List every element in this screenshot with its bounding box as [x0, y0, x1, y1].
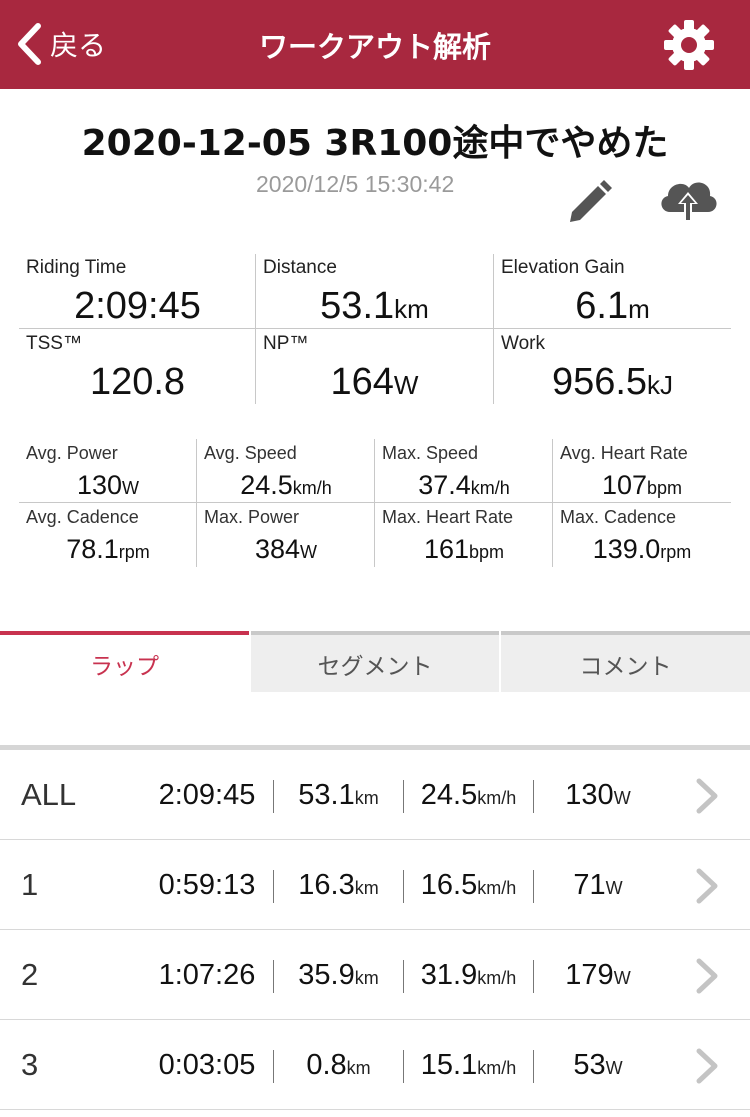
detail-value: 130W	[76, 470, 140, 500]
grid-divider	[19, 328, 731, 329]
detail-grid: Avg. Power 130W Avg. Speed 24.5km/h Max.…	[19, 439, 731, 567]
lap-time: 1:07:26	[158, 959, 256, 991]
chevron-right-icon	[696, 868, 718, 904]
lap-name: 3	[21, 1047, 39, 1082]
grid-divider	[374, 439, 375, 567]
grid-divider	[255, 254, 256, 404]
detail-label: Avg. Heart Rate	[560, 443, 688, 463]
summary-value: 120.8	[89, 361, 186, 403]
lap-name: 2	[21, 957, 39, 992]
summary-np: NP™ 164W	[256, 330, 493, 405]
detail-avg-heart-rate: Avg. Heart Rate 107bpm	[553, 439, 731, 503]
summary-label: NP™	[263, 333, 309, 354]
lap-power: 71W	[573, 869, 623, 901]
lap-power: 130W	[565, 779, 631, 811]
detail-value: 78.1rpm	[66, 534, 150, 564]
summary-elevation-gain: Elevation Gain 6.1m	[494, 254, 731, 329]
detail-avg-power: Avg. Power 130W	[19, 439, 197, 503]
summary-value: 164W	[330, 361, 419, 403]
detail-max-speed: Max. Speed 37.4km/h	[375, 439, 553, 503]
lap-speed: 24.5km/h	[420, 779, 517, 811]
tab-bar: ラップ セグメント コメント	[0, 631, 750, 692]
summary-label: Riding Time	[26, 257, 127, 278]
detail-label: Avg. Power	[26, 443, 118, 463]
detail-max-heart-rate: Max. Heart Rate 161bpm	[375, 503, 553, 567]
summary-value: 6.1m	[575, 285, 650, 327]
detail-value: 37.4km/h	[418, 470, 510, 500]
summary-label: Distance	[263, 257, 337, 278]
lap-power: 53W	[573, 1049, 623, 1081]
lap-speed: 31.9km/h	[420, 959, 517, 991]
lap-speed: 15.1km/h	[420, 1049, 517, 1081]
cloud-upload-icon[interactable]	[656, 172, 720, 226]
tab-comments[interactable]: コメント	[501, 631, 750, 692]
detail-max-cadence: Max. Cadence 139.0rpm	[553, 503, 731, 567]
table-row[interactable]: 1 0:59:13 16.3km 16.5km/h 71W	[0, 840, 750, 930]
detail-label: Avg. Speed	[204, 443, 297, 463]
workout-datetime: 2020/12/5 15:30:42	[256, 171, 455, 197]
lap-distance: 35.9km	[298, 959, 379, 991]
summary-grid: Riding Time 2:09:45 Distance 53.1km Elev…	[19, 254, 731, 404]
table-row[interactable]: 3 0:03:05 0.8km 15.1km/h 53W	[0, 1020, 750, 1110]
page-title: ワークアウト解析	[258, 30, 491, 64]
tab-laps[interactable]: ラップ	[0, 631, 249, 692]
detail-label: Max. Cadence	[560, 507, 677, 527]
workout-title: 2020-12-05 3R100途中でやめた	[81, 123, 669, 164]
lap-speed: 16.5km/h	[420, 869, 517, 901]
detail-avg-cadence: Avg. Cadence 78.1rpm	[19, 503, 197, 567]
lap-distance: 0.8km	[306, 1049, 371, 1081]
summary-riding-time: Riding Time 2:09:45	[19, 254, 256, 329]
detail-label: Max. Heart Rate	[382, 507, 514, 527]
nav-bar: 戻る ワークアウト解析	[0, 0, 750, 89]
lap-name: 1	[21, 867, 39, 902]
summary-value: 956.5kJ	[551, 361, 674, 403]
detail-value: 384W	[254, 534, 318, 564]
lap-name: ALL	[21, 777, 77, 812]
lap-time: 0:03:05	[158, 1049, 256, 1081]
grid-divider	[196, 439, 197, 567]
grid-divider	[19, 502, 731, 503]
chevron-right-icon	[696, 1048, 718, 1084]
pencil-icon[interactable]	[564, 178, 612, 224]
lap-power: 179W	[565, 959, 631, 991]
lap-distance: 53.1km	[298, 779, 379, 811]
detail-label: Max. Power	[204, 507, 300, 527]
detail-value: 107bpm	[601, 470, 683, 500]
gear-icon[interactable]	[662, 19, 716, 71]
summary-label: Elevation Gain	[501, 257, 625, 278]
summary-label: Work	[501, 333, 545, 354]
summary-distance: Distance 53.1km	[256, 254, 493, 329]
grid-divider	[493, 254, 494, 404]
lap-time: 0:59:13	[158, 869, 256, 901]
chevron-right-icon	[696, 958, 718, 994]
grid-divider	[552, 439, 553, 567]
tab-segments[interactable]: セグメント	[251, 631, 499, 692]
detail-value: 24.5km/h	[240, 470, 332, 500]
detail-avg-speed: Avg. Speed 24.5km/h	[197, 439, 375, 503]
detail-label: Max. Speed	[382, 443, 479, 463]
chevron-right-icon	[696, 778, 718, 814]
summary-value: 2:09:45	[74, 285, 201, 327]
summary-tss: TSS™ 120.8	[19, 330, 256, 405]
laps-table: ALL 2:09:45 53.1km 24.5km/h 130W 1 0:59:…	[0, 745, 750, 1110]
table-row[interactable]: ALL 2:09:45 53.1km 24.5km/h 130W	[0, 750, 750, 840]
summary-value: 53.1km	[320, 285, 429, 327]
detail-value: 161bpm	[423, 534, 505, 564]
detail-value: 139.0rpm	[592, 534, 692, 564]
lap-time: 2:09:45	[158, 779, 256, 811]
detail-label: Avg. Cadence	[26, 507, 139, 527]
lap-distance: 16.3km	[298, 869, 379, 901]
table-row[interactable]: 2 1:07:26 35.9km 31.9km/h 179W	[0, 930, 750, 1020]
detail-max-power: Max. Power 384W	[197, 503, 375, 567]
summary-work: Work 956.5kJ	[494, 330, 731, 405]
summary-label: TSS™	[26, 333, 82, 354]
